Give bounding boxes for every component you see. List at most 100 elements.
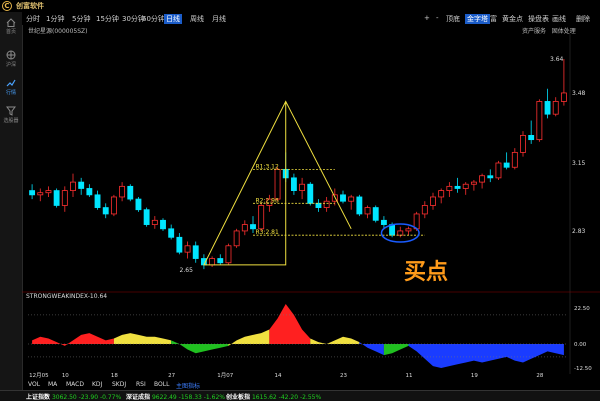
candle-body bbox=[209, 258, 216, 266]
indicator-band-yellow bbox=[310, 336, 360, 344]
indicator-title: STRONGWEAKINDEX-10.64 bbox=[26, 293, 108, 300]
candle-body bbox=[29, 190, 36, 196]
app-logo-icon: C bbox=[2, 1, 12, 11]
candle-body bbox=[192, 245, 199, 259]
candle-body bbox=[217, 258, 224, 264]
nav-item-market[interactable]: 行情 bbox=[0, 78, 22, 96]
candle-body bbox=[86, 188, 93, 196]
chart-icon bbox=[6, 79, 16, 87]
candle-body bbox=[274, 168, 281, 200]
candle-body bbox=[61, 190, 68, 206]
period-1min[interactable]: 1分钟 bbox=[46, 14, 64, 24]
candle-body bbox=[70, 181, 76, 191]
period-weekly[interactable]: 周线 bbox=[190, 14, 204, 24]
period-60min[interactable]: 60分钟 bbox=[142, 14, 165, 24]
candle-body bbox=[503, 162, 510, 168]
x-axis-label: 1月07 bbox=[217, 372, 233, 379]
indicator-tabs: VOL MA MACD KDJ SKDJ RSI BOLL 主图指标 bbox=[22, 380, 600, 390]
candle-body bbox=[323, 200, 330, 208]
tab-main-indicator[interactable]: 主图指标 bbox=[176, 381, 200, 390]
candle-body bbox=[364, 207, 371, 215]
trading-table-button[interactable]: 操盘表 bbox=[528, 14, 549, 24]
delete-button[interactable]: 删除 bbox=[576, 14, 590, 24]
r3-label: R3:2.81 bbox=[255, 229, 279, 236]
indicator-axis-label: 22.50 bbox=[574, 306, 590, 312]
top-bottom-button[interactable]: 顶底 bbox=[446, 14, 460, 24]
price-axis: 3.64 3.48 3.15 2.83 2.65 bbox=[180, 56, 586, 274]
x-axis-label: 12月05 bbox=[29, 372, 49, 379]
chart-grid bbox=[22, 34, 600, 374]
candles bbox=[29, 58, 567, 270]
x-axis-label: 27 bbox=[168, 373, 175, 379]
candle-body bbox=[380, 219, 387, 225]
indicator-band-red bbox=[269, 304, 311, 344]
period-5min[interactable]: 5分钟 bbox=[72, 14, 90, 24]
draw-line-button[interactable]: 画线 bbox=[552, 14, 566, 24]
x-axis-label: 14 bbox=[275, 373, 282, 379]
buy-point-label: 买点 bbox=[404, 260, 449, 285]
period-daily[interactable]: 日线 bbox=[164, 14, 182, 24]
indicator-band-green bbox=[171, 340, 229, 354]
tab-boll[interactable]: BOLL bbox=[154, 381, 169, 388]
zoom-out-button[interactable]: - bbox=[436, 14, 439, 22]
candle-body bbox=[470, 181, 477, 185]
nav-item-screener[interactable]: 选股器 bbox=[0, 106, 22, 124]
candle-body bbox=[536, 101, 543, 141]
candle-body bbox=[299, 183, 306, 191]
candle-body bbox=[430, 196, 436, 206]
r1-label: R1:3.12 bbox=[255, 163, 279, 170]
price-label-low: 2.65 bbox=[180, 267, 194, 274]
globe-icon bbox=[6, 50, 16, 60]
tab-macd[interactable]: MACD bbox=[66, 381, 84, 388]
x-axis-label: 11 bbox=[405, 373, 412, 379]
x-axis-label: 10 bbox=[62, 373, 69, 379]
title-bar: C 创富软件 bbox=[0, 0, 600, 12]
tab-ma[interactable]: MA bbox=[48, 381, 57, 388]
candle-body bbox=[446, 185, 453, 191]
candle-body bbox=[45, 190, 52, 194]
candle-body bbox=[233, 230, 240, 247]
candle-body bbox=[511, 151, 518, 168]
candle-body bbox=[225, 245, 232, 264]
zoom-in-button[interactable]: + bbox=[424, 14, 430, 22]
fu-button[interactable]: 富 bbox=[490, 14, 497, 24]
price-label: 3.48 bbox=[572, 90, 586, 97]
candle-body bbox=[110, 196, 117, 215]
nav-label-home: 首页 bbox=[5, 29, 16, 35]
period-fenshi[interactable]: 分时 bbox=[26, 14, 40, 24]
candle-body bbox=[241, 224, 248, 232]
home-icon bbox=[6, 18, 16, 27]
tab-vol[interactable]: VOL bbox=[28, 381, 40, 388]
x-axis-label: 23 bbox=[340, 373, 347, 379]
kline-chart[interactable]: R1:3.12 R2:2.96 R3:2.81 3.64 3.48 3.15 2… bbox=[22, 34, 600, 380]
candle-body bbox=[168, 228, 175, 238]
candle-body bbox=[421, 205, 428, 215]
nav-item-home[interactable]: 首页 bbox=[0, 18, 22, 35]
indicator-band-green bbox=[383, 344, 409, 356]
tab-skdj[interactable]: SKDJ bbox=[112, 381, 126, 388]
price-label: 3.15 bbox=[572, 160, 586, 167]
golden-point-button[interactable]: 黄金点 bbox=[502, 14, 523, 24]
x-axis-label: 19 bbox=[471, 373, 478, 379]
candle-body bbox=[372, 207, 379, 221]
tab-rsi[interactable]: RSI bbox=[136, 381, 146, 388]
price-label-high: 3.64 bbox=[550, 56, 564, 63]
candle-body bbox=[462, 183, 469, 189]
period-monthly[interactable]: 月线 bbox=[212, 14, 226, 24]
candle-body bbox=[397, 230, 404, 236]
candle-body bbox=[348, 196, 355, 202]
indicator-band-yellow bbox=[228, 329, 270, 346]
filter-icon bbox=[6, 106, 16, 116]
indicator-band-blue bbox=[359, 342, 384, 356]
nav-label-screener: 选股器 bbox=[3, 118, 19, 124]
period-15min[interactable]: 15分钟 bbox=[96, 14, 119, 24]
nav-item-hushen[interactable]: 沪深 bbox=[0, 50, 22, 68]
candle-body bbox=[78, 181, 85, 189]
candle-body bbox=[176, 236, 183, 253]
candle-body bbox=[127, 185, 134, 200]
tab-kdj[interactable]: KDJ bbox=[92, 381, 102, 388]
candle-body bbox=[307, 183, 314, 204]
candle-body bbox=[250, 224, 256, 230]
pyramid-button[interactable]: 金字塔 bbox=[465, 14, 490, 24]
candle-body bbox=[520, 135, 526, 153]
